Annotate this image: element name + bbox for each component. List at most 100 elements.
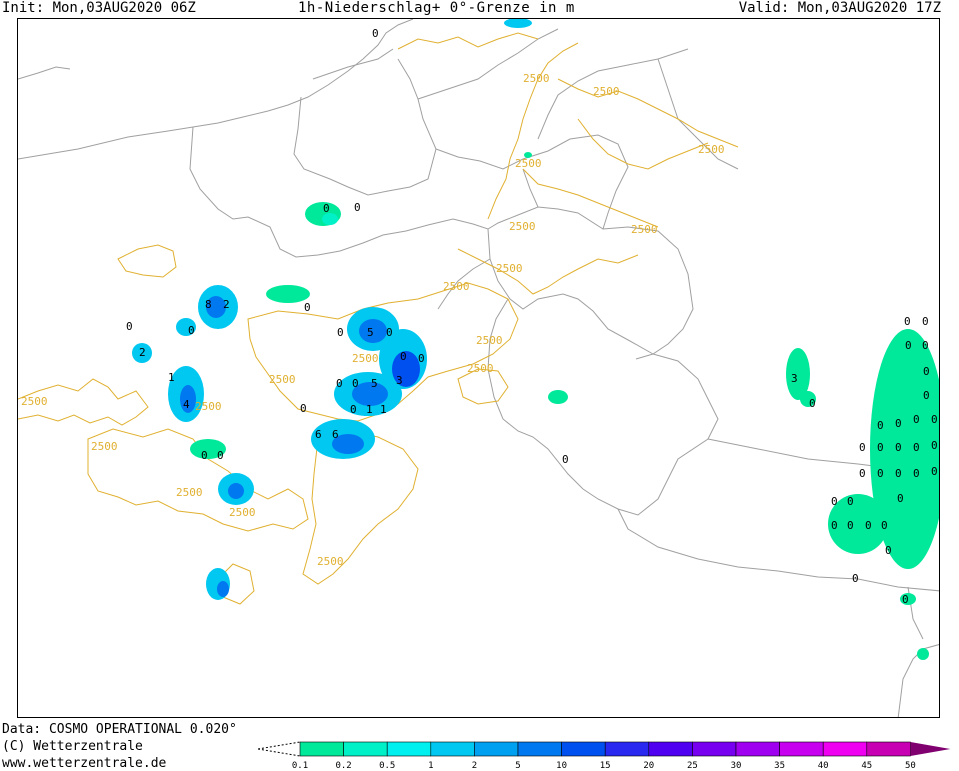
contour-label: 2500 xyxy=(176,486,203,499)
precipitation-value-label: 0 xyxy=(350,403,357,416)
contour-label: 2500 xyxy=(698,143,725,156)
legend-level-label: 50 xyxy=(905,761,916,770)
precipitation-value-label: 0 xyxy=(831,495,838,508)
precipitation-value-label: 0 xyxy=(923,365,930,378)
legend-swatch xyxy=(474,741,519,757)
legend-level-label: 5 xyxy=(515,761,520,770)
contour-label: 2500 xyxy=(515,157,542,170)
legend-level-label: 15 xyxy=(600,761,611,770)
precipitation-value-label: 0 xyxy=(905,339,912,352)
precipitation-value-label: 0 xyxy=(877,441,884,454)
precipitation-value-label: 1 xyxy=(380,403,387,416)
precipitation-value-label: 0 xyxy=(922,315,929,328)
data-source-text: Data: COSMO OPERATIONAL 0.020° xyxy=(2,722,237,737)
contour-label: 2500 xyxy=(631,223,658,236)
precipitation-areas xyxy=(132,19,939,660)
legend-swatch xyxy=(561,741,606,757)
legend-swatch xyxy=(866,741,911,757)
precipitation-value-label: 5 xyxy=(371,377,378,390)
precipitation-value-label: 0 xyxy=(931,439,938,452)
precipitation-value-label: 6 xyxy=(315,428,322,441)
contour-label: 2500 xyxy=(352,352,379,365)
legend-level-label: 10 xyxy=(556,761,567,770)
legend-swatch xyxy=(343,741,388,757)
precipitation-value-label: 0 xyxy=(386,326,393,339)
legend-swatch xyxy=(517,741,562,757)
precipitation-value-label: 0 xyxy=(913,467,920,480)
legend-swatch xyxy=(648,741,693,757)
precipitation-value-label: 0 xyxy=(913,413,920,426)
legend-swatch xyxy=(692,741,737,757)
contour-label: 2500 xyxy=(269,373,296,386)
precipitation-value-label: 0 xyxy=(897,492,904,505)
legend-upper-arrow xyxy=(910,742,951,756)
precipitation-legend: 0.1 0.2 0.5 1 2 5 10 15 20 25 30 35 40 45 50 xyxy=(258,741,951,770)
contour-label: 2500 xyxy=(229,506,256,519)
precipitation-value-label: 3 xyxy=(791,372,798,385)
legend-level-label: 0.2 xyxy=(335,761,351,770)
contour-label: 2500 xyxy=(593,85,620,98)
precipitation-value-label: 0 xyxy=(931,465,938,478)
contour-label: 2500 xyxy=(195,400,222,413)
legend-level-label: 40 xyxy=(818,761,829,770)
precipitation-value-label: 0 xyxy=(831,519,838,532)
precipitation-value-label: 0 xyxy=(126,320,133,333)
precipitation-value-label: 0 xyxy=(904,315,911,328)
precipitation-value-labels: 00 08 20 0200 5 00 00 0 5 314 0 0 1 106 60 0300 00 0000 0 0… xyxy=(126,27,938,606)
precipitation-value-label: 4 xyxy=(183,398,190,411)
precipitation-value-label: 0 xyxy=(877,419,884,432)
weather-map[interactable]: 2500 2500 2500 2500 2500 2500 2500 2500 2500 2500… xyxy=(17,18,940,718)
precipitation-value-label: 6 xyxy=(332,428,339,441)
precipitation-value-label: 1 xyxy=(366,403,373,416)
precipitation-value-label: 0 xyxy=(400,350,407,363)
legend-level-label: 35 xyxy=(774,761,785,770)
precipitation-value-label: 0 xyxy=(323,202,330,215)
legend-level-label: 0.5 xyxy=(379,761,395,770)
precipitation-value-label: 0 xyxy=(418,352,425,365)
precipitation-value-label: 0 xyxy=(201,449,208,462)
legend-level-label: 20 xyxy=(643,761,654,770)
precipitation-value-label: 0 xyxy=(923,389,930,402)
legend-swatch xyxy=(604,741,650,757)
precipitation-value-label: 1 xyxy=(168,371,175,384)
precipitation-value-label: 0 xyxy=(562,453,569,466)
precipitation-value-label: 0 xyxy=(336,377,343,390)
precipitation-value-label: 0 xyxy=(895,441,902,454)
legend-level-label: 2 xyxy=(472,761,477,770)
precipitation-value-label: 0 xyxy=(847,519,854,532)
precipitation-value-label: 0 xyxy=(865,519,872,532)
contour-label: 2500 xyxy=(523,72,550,85)
precipitation-value-label: 3 xyxy=(396,374,403,387)
coastline xyxy=(18,19,414,160)
website-text: www.wetterzentrale.de xyxy=(2,756,167,771)
legend-swatch xyxy=(386,741,432,757)
precipitation-value-label: 0 xyxy=(895,467,902,480)
precipitation-value-label: 0 xyxy=(300,402,307,415)
contour-label: 2500 xyxy=(21,395,48,408)
precipitation-value-label: 2 xyxy=(139,346,146,359)
precipitation-value-label: 0 xyxy=(217,449,224,462)
precipitation-value-label: 0 xyxy=(188,324,195,337)
precipitation-value-label: 0 xyxy=(852,572,859,585)
contour-label: 2500 xyxy=(317,555,344,568)
init-time-label: Init: Mon,03AUG2020 06Z xyxy=(2,0,196,16)
contour-label: 2500 xyxy=(496,262,523,275)
precipitation-value-label: 0 xyxy=(847,495,854,508)
legend-swatch xyxy=(735,741,780,757)
legend-swatch xyxy=(299,741,344,757)
precipitation-value-label: 2 xyxy=(223,298,230,311)
precipitation-value-label: 0 xyxy=(931,413,938,426)
precipitation-value-label: 0 xyxy=(354,201,361,214)
precipitation-value-label: 0 xyxy=(922,339,929,352)
precipitation-value-label: 0 xyxy=(902,593,909,606)
precipitation-value-label: 0 xyxy=(913,441,920,454)
legend-level-label: 45 xyxy=(861,761,872,770)
precipitation-value-label: 0 xyxy=(304,301,311,314)
contour-label: 2500 xyxy=(91,440,118,453)
precipitation-value-label: 0 xyxy=(859,467,866,480)
legend-swatch xyxy=(430,741,475,757)
legend-level-label: 1 xyxy=(428,761,433,770)
contour-label: 2500 xyxy=(476,334,503,347)
contour-label: 2500 xyxy=(509,220,536,233)
precipitation-value-label: 0 xyxy=(352,377,359,390)
